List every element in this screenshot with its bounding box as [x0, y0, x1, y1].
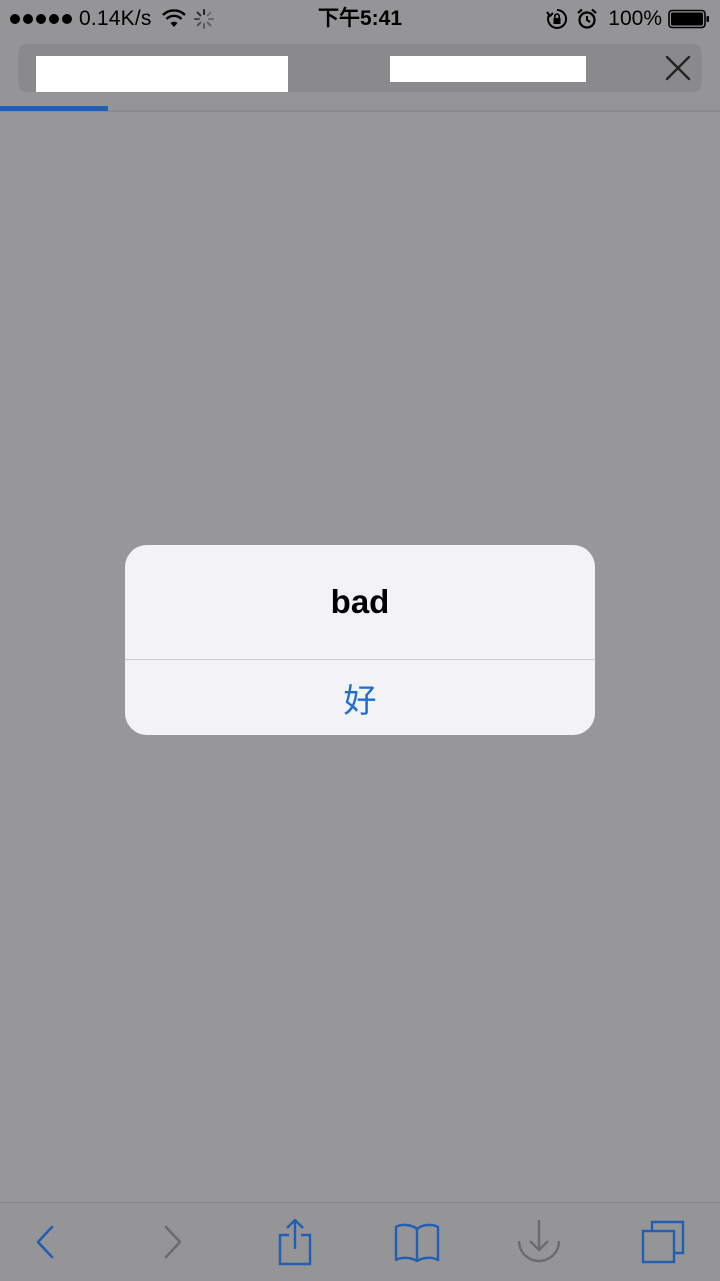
battery-percent: 100%	[608, 7, 662, 30]
bookmarks-button[interactable]	[392, 1217, 442, 1267]
share-button[interactable]	[270, 1217, 320, 1267]
status-right: 100%	[546, 6, 710, 32]
rotation-lock-icon	[546, 8, 568, 29]
address-bar: .com:a@u y.com	[0, 38, 720, 112]
back-button[interactable]	[20, 1217, 70, 1267]
bookmarks-icon	[394, 1223, 440, 1263]
progress-track	[0, 110, 720, 112]
alert-title: bad	[330, 583, 390, 620]
alarm-icon	[577, 8, 598, 29]
tabs-button[interactable]	[638, 1217, 688, 1267]
redaction-block	[390, 56, 586, 82]
tabs-icon	[641, 1220, 685, 1264]
redaction-block	[36, 56, 288, 92]
browser-toolbar	[0, 1202, 720, 1281]
url-field[interactable]: .com:a@u y.com	[18, 44, 702, 92]
download-button[interactable]	[514, 1217, 564, 1267]
close-icon[interactable]	[664, 54, 692, 82]
download-icon	[517, 1220, 561, 1263]
back-chevron-icon	[36, 1225, 54, 1259]
status-bar: 0.14K/s 下午5:41 100%	[0, 0, 720, 38]
forward-chevron-icon	[164, 1225, 182, 1259]
share-icon	[278, 1218, 312, 1266]
alert-dialog: bad 好	[125, 545, 595, 735]
battery-icon	[668, 9, 709, 29]
forward-button[interactable]	[148, 1217, 198, 1267]
page-load-progress	[0, 106, 108, 111]
alert-ok-button[interactable]: 好	[125, 660, 595, 735]
